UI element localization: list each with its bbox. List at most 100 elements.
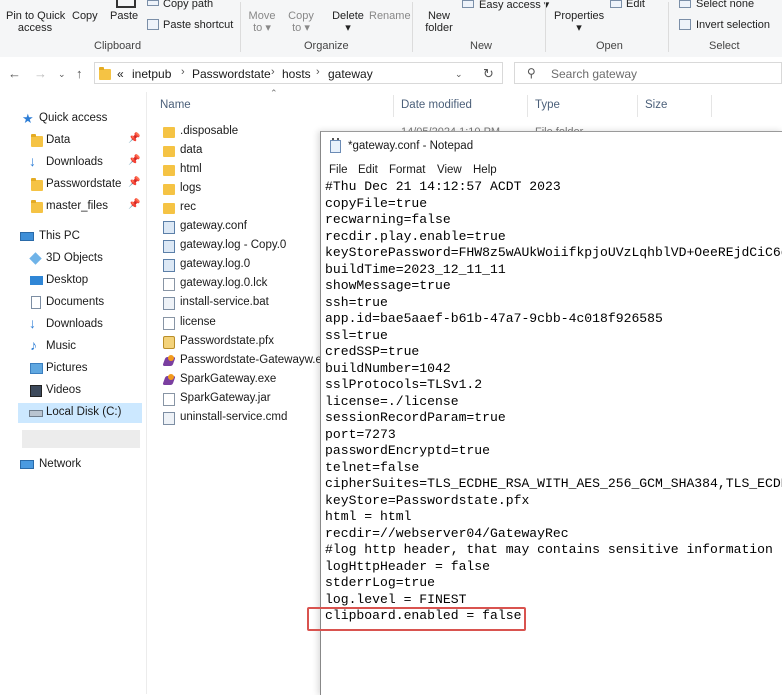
file-row[interactable]: gateway.log.0	[160, 256, 325, 275]
copy-to-button[interactable]: Copy to ▾	[288, 10, 314, 34]
edit-button[interactable]: Edit	[626, 0, 645, 10]
pin-icon[interactable]: 📌	[128, 155, 140, 166]
menu-edit[interactable]: Edit	[358, 164, 378, 176]
breadcrumb-inetpub[interactable]: inetpub	[132, 67, 171, 81]
text-line: credSSP=true	[325, 344, 420, 359]
menu-help[interactable]: Help	[473, 164, 497, 176]
up-arrow-icon[interactable]: ↑	[76, 66, 83, 81]
delete-button[interactable]: Delete ▾	[330, 10, 366, 34]
file-row[interactable]: gateway.log.0.lck	[160, 275, 325, 294]
document-icon	[31, 296, 41, 309]
text-line: buildTime=2023_12_11_11	[325, 261, 506, 277]
address-dropdown-chevron-icon[interactable]: ⌄	[455, 69, 463, 80]
file-row[interactable]: Passwordstate-Gatewayw.exe	[160, 352, 334, 371]
breadcrumb-passwordstate[interactable]: Passwordstate	[192, 67, 271, 81]
select-none-button[interactable]: Select none	[696, 0, 754, 10]
sidebar-item-desktop[interactable]: Desktop	[28, 271, 154, 291]
column-divider[interactable]	[637, 95, 638, 117]
sidebar-item-data[interactable]: Data 📌	[28, 131, 154, 151]
chevron-right-icon[interactable]: ›	[181, 66, 185, 78]
sidebar-item-videos[interactable]: Videos	[28, 381, 154, 401]
folder-icon	[163, 165, 175, 177]
refresh-icon[interactable]: ↻	[483, 66, 494, 82]
file-row[interactable]: install-service.bat	[160, 294, 325, 313]
desktop-icon	[30, 276, 43, 285]
sidebar-item-local-disk[interactable]: Local Disk (C:)	[28, 403, 154, 423]
column-header-size[interactable]: Size	[645, 99, 667, 111]
ribbon-divider	[545, 2, 546, 52]
file-row[interactable]: gateway.log - Copy.0	[160, 237, 325, 256]
file-row[interactable]: .disposable	[160, 123, 325, 142]
copy-button[interactable]: Copy	[72, 10, 98, 22]
column-header-type[interactable]: Type	[535, 99, 560, 111]
copy-path-button[interactable]: Copy path	[163, 0, 213, 10]
menu-file[interactable]: File	[329, 164, 348, 176]
pin-quick-access-button[interactable]: Pin to Quick access	[6, 10, 65, 34]
music-note-icon: ♪	[30, 337, 37, 353]
back-arrow-icon[interactable]: ←	[8, 66, 21, 81]
file-row[interactable]: uninstall-service.cmd	[160, 409, 325, 428]
forward-arrow-icon[interactable]: →	[34, 66, 47, 81]
pin-icon[interactable]: 📌	[128, 177, 140, 188]
sidebar-item-passwordstate[interactable]: Passwordstate 📌	[28, 175, 154, 195]
file-row[interactable]: Passwordstate.pfx	[160, 333, 325, 352]
sidebar-item-pictures[interactable]: Pictures	[28, 359, 154, 379]
paste-button[interactable]: Paste	[110, 10, 138, 22]
script-icon	[163, 297, 175, 311]
menu-view[interactable]: View	[437, 164, 462, 176]
sidebar-item-quick-access[interactable]: ★ Quick access	[18, 109, 144, 129]
recent-locations-chevron-icon[interactable]: ⌄	[58, 69, 66, 80]
file-row[interactable]: gateway.conf	[160, 218, 325, 237]
properties-button[interactable]: Properties ▾	[554, 10, 604, 34]
folder-icon	[163, 127, 175, 138]
rename-button[interactable]: Rename	[369, 10, 411, 22]
text-line: stderrLog=true	[325, 575, 436, 590]
file-row[interactable]: html	[160, 161, 325, 180]
chevron-right-icon[interactable]: ›	[271, 66, 275, 78]
file-row[interactable]: license	[160, 314, 325, 333]
sidebar-item-downloads-pinned[interactable]: ↓ Downloads 📌	[28, 153, 154, 173]
sidebar-item-this-pc[interactable]: This PC	[18, 227, 144, 247]
folder-icon	[31, 200, 43, 213]
text-line: cipherSuites=TLS_ECDHE_RSA_WITH_AES_256_…	[325, 476, 782, 491]
file-row[interactable]: SparkGateway.jar	[160, 390, 325, 409]
sidebar-item-label: Videos	[46, 384, 81, 396]
text-line: showMessage=true	[325, 278, 451, 293]
column-header-name[interactable]: Name	[160, 99, 191, 111]
invert-selection-button[interactable]: Invert selection	[696, 19, 770, 31]
sidebar-item-master-files[interactable]: master_files 📌	[28, 197, 154, 217]
sidebar-item-downloads[interactable]: ↓ Downloads	[28, 315, 154, 335]
paste-shortcut-button[interactable]: Paste shortcut	[163, 19, 233, 31]
breadcrumb-gateway[interactable]: gateway	[328, 67, 373, 81]
breadcrumb-overflow[interactable]: «	[117, 67, 124, 81]
file-row[interactable]: logs	[160, 180, 325, 199]
file-row[interactable]: SparkGateway.exe	[160, 371, 325, 390]
document-icon	[163, 392, 175, 406]
sidebar-item-label: This PC	[39, 230, 80, 242]
column-divider[interactable]	[393, 95, 394, 117]
column-divider[interactable]	[527, 95, 528, 117]
open-group-label: Open	[596, 40, 623, 52]
file-name: rec	[180, 201, 196, 214]
file-row[interactable]: rec	[160, 199, 325, 218]
pin-icon[interactable]: 📌	[128, 199, 140, 210]
text-line: license=./license	[325, 393, 459, 409]
text-line: buildNumber=1042	[325, 360, 451, 376]
new-folder-button[interactable]: New folder	[423, 10, 455, 34]
column-header-date-modified[interactable]: Date modified	[401, 99, 472, 111]
new-group-label: New	[470, 40, 493, 52]
sidebar-item-music[interactable]: ♪ Music	[28, 337, 154, 357]
notepad-title-bar[interactable]: *gateway.conf - Notepad	[321, 132, 782, 160]
breadcrumb-hosts[interactable]: hosts	[282, 67, 311, 81]
pin-icon[interactable]: 📌	[128, 133, 140, 144]
sidebar-item-documents[interactable]: Documents	[28, 293, 154, 313]
sidebar-item-3d-objects[interactable]: 3D Objects	[28, 249, 154, 269]
folder-icon	[163, 184, 175, 196]
file-row[interactable]: data	[160, 142, 325, 161]
move-to-button[interactable]: Move to ▾	[248, 10, 276, 34]
easy-access-button[interactable]: Easy access ▾	[479, 0, 549, 11]
chevron-right-icon[interactable]: ›	[316, 66, 320, 78]
sidebar-item-network[interactable]: Network	[18, 455, 144, 475]
menu-format[interactable]: Format	[389, 164, 425, 176]
column-divider[interactable]	[711, 95, 712, 117]
